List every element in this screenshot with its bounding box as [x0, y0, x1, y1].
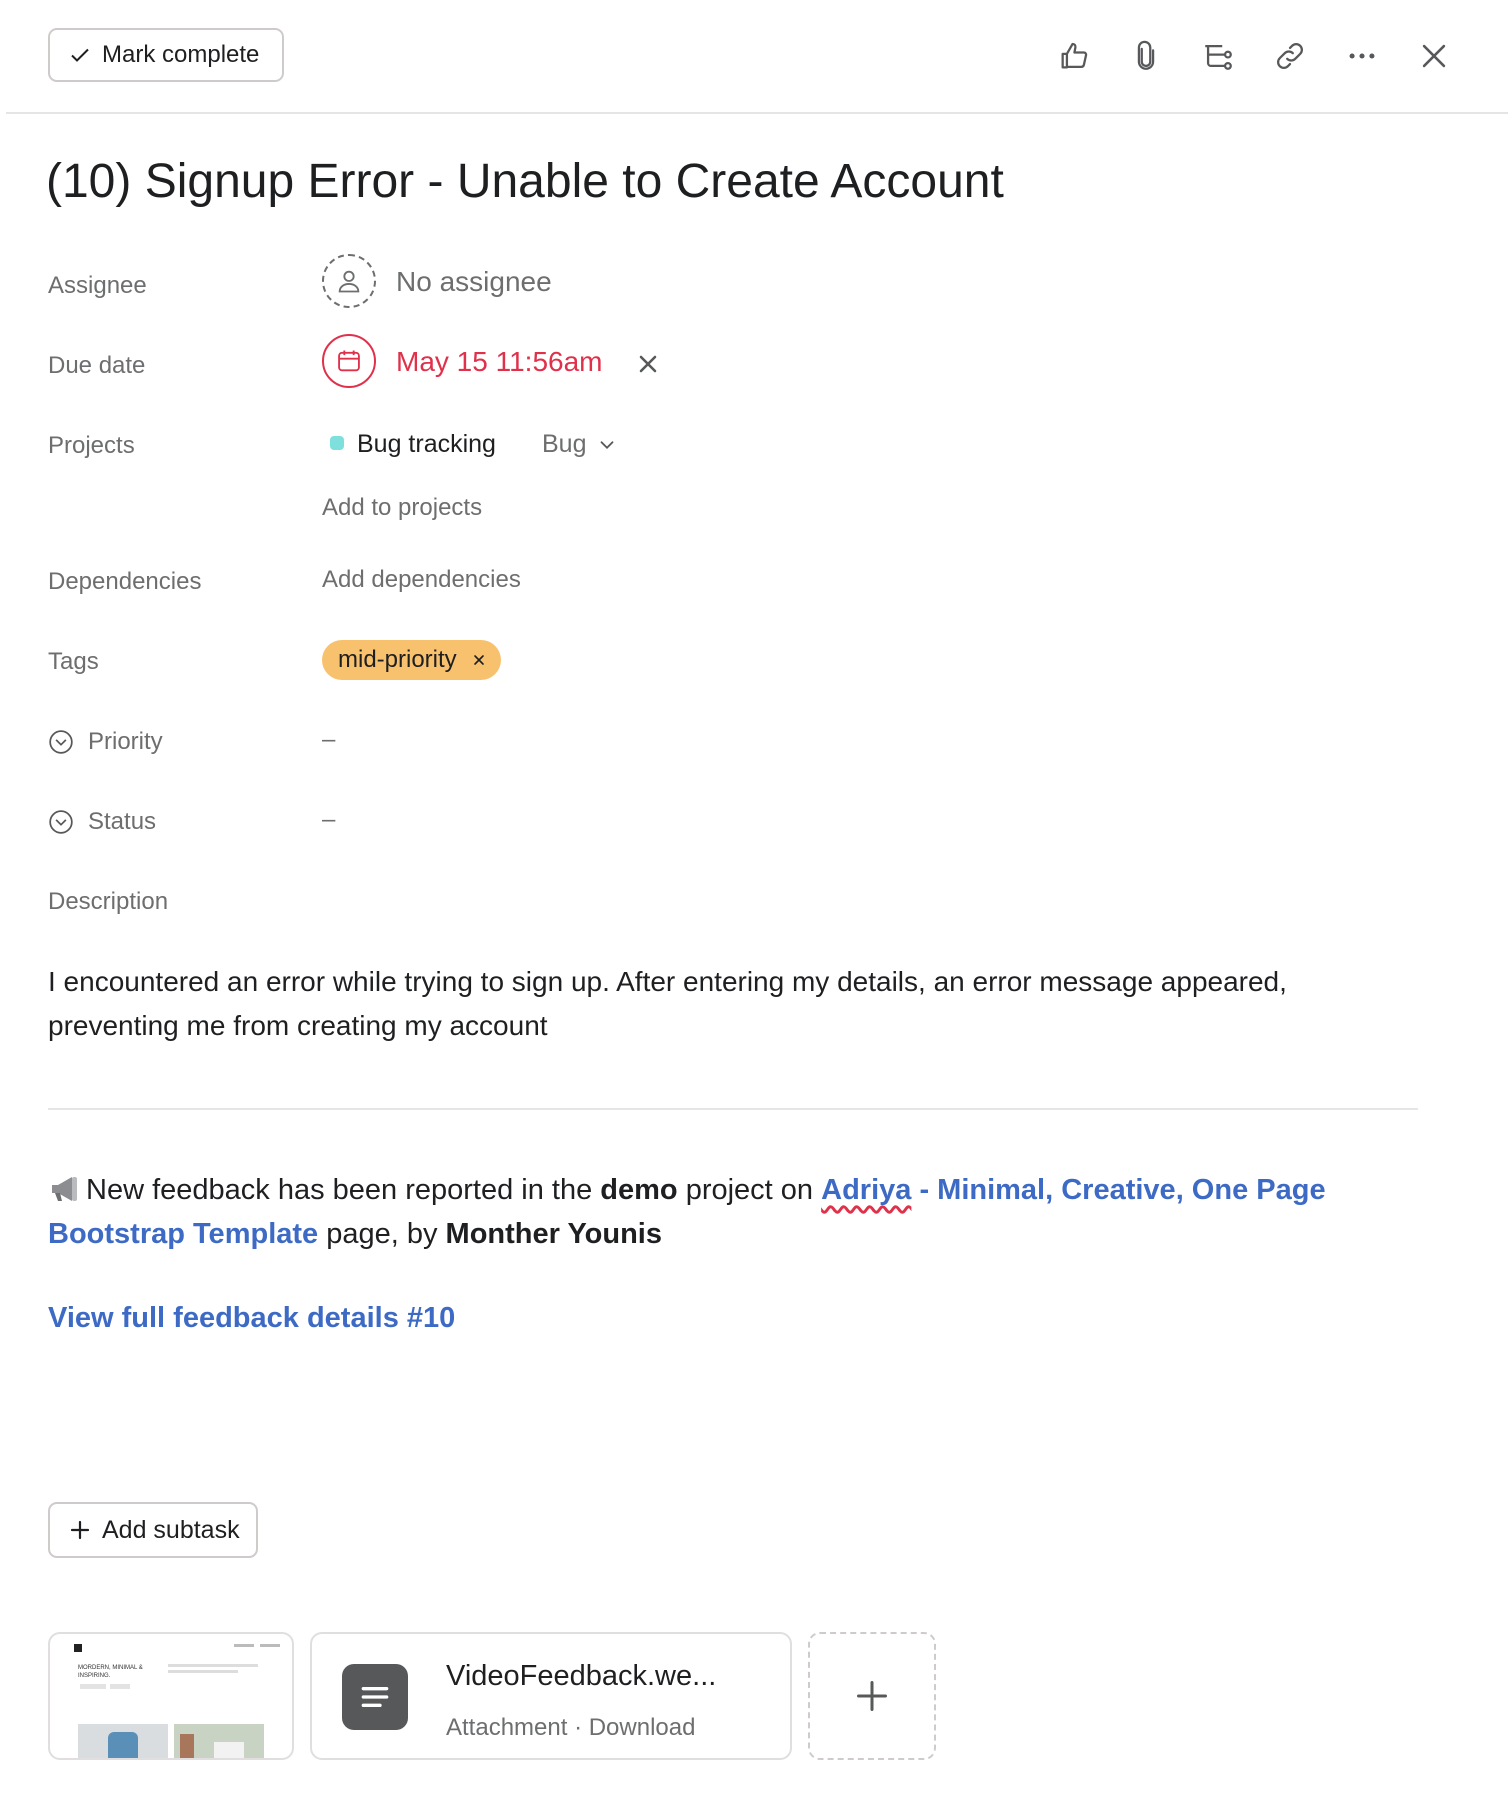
assignee-label: Assignee — [48, 272, 147, 299]
close-icon — [1422, 44, 1446, 68]
more-actions-button[interactable] — [1342, 36, 1382, 76]
project-section-value: Bug — [542, 430, 587, 458]
megaphone-icon — [52, 1177, 77, 1201]
thumbnail-nav-line — [260, 1644, 280, 1647]
clear-due-date-button[interactable] — [634, 350, 662, 378]
calendar-icon — [338, 350, 360, 372]
paperclip-icon — [1137, 40, 1155, 70]
add-subtask-button[interactable]: Add subtask — [48, 1502, 258, 1558]
add-subtask-label: Add subtask — [102, 1515, 240, 1544]
add-dependencies-link[interactable]: Add dependencies — [322, 566, 521, 594]
like-button[interactable] — [1054, 36, 1094, 76]
feedback-author: Monther Younis — [445, 1218, 662, 1250]
feedback-page-suffix: page, by — [318, 1218, 446, 1250]
project-color-dot — [330, 436, 344, 450]
thumbnail-logo — [74, 1644, 82, 1652]
feedback-mid: project on — [677, 1174, 822, 1206]
mark-complete-button[interactable]: Mark complete — [48, 28, 284, 82]
copy-link-button[interactable] — [1270, 36, 1310, 76]
thumbnail-text-line — [168, 1670, 238, 1673]
status-field-label: Status — [48, 808, 156, 836]
assignee-avatar[interactable] — [322, 254, 376, 308]
close-button[interactable] — [1414, 36, 1454, 76]
attachment-file-meta[interactable]: Attachment · Download — [446, 1714, 695, 1742]
document-file-icon — [342, 1664, 408, 1730]
attachment-thumbnail[interactable]: MORDERN, MINIMAL & INSPIRING. — [48, 1632, 294, 1760]
assignee-value[interactable]: No assignee — [396, 266, 552, 298]
due-date-picker[interactable] — [322, 334, 376, 388]
clear-icon — [639, 355, 657, 373]
thumbs-up-icon — [1061, 42, 1088, 69]
link-icon — [1277, 43, 1303, 69]
chevron-down-icon — [601, 440, 614, 449]
attach-button[interactable] — [1126, 36, 1166, 76]
feedback-paragraph: New feedback has been reported in the de… — [48, 1168, 1418, 1256]
description-label: Description — [48, 888, 169, 915]
task-title[interactable]: (10) Signup Error - Unable to Create Acc… — [46, 154, 1004, 209]
status-value[interactable]: – — [322, 806, 335, 834]
view-feedback-link[interactable]: View full feedback details #10 — [48, 1302, 455, 1335]
thumbnail-bag-shape — [180, 1734, 194, 1758]
priority-field-label: Priority — [48, 728, 163, 756]
feedback-project-name: demo — [600, 1174, 678, 1206]
thumbnail-box-shape — [214, 1742, 244, 1758]
remove-tag-icon[interactable] — [471, 652, 487, 668]
thumbnail-caption: MORDERN, MINIMAL & INSPIRING. — [78, 1665, 143, 1679]
dependencies-label: Dependencies — [48, 568, 202, 595]
person-icon — [338, 270, 360, 293]
thumbnail-image-shirt — [78, 1724, 168, 1758]
status-label: Status — [88, 808, 157, 835]
attachment-file-name: VideoFeedback.we... — [446, 1660, 717, 1692]
feedback-page-word: Adriya — [821, 1174, 912, 1206]
tag-name: mid-priority — [338, 646, 457, 673]
thumbnail-button — [80, 1684, 106, 1689]
projects-label: Projects — [48, 432, 135, 459]
tag-pill[interactable]: mid-priority — [322, 640, 501, 680]
plus-icon — [857, 1681, 887, 1711]
thumbnail-nav-line — [234, 1644, 254, 1647]
priority-value[interactable]: – — [322, 726, 335, 754]
subtask-toolbar-button[interactable] — [1198, 36, 1238, 76]
tags-label: Tags — [48, 648, 99, 675]
checkmark-icon — [71, 48, 89, 62]
top-divider — [6, 112, 1508, 114]
description-body[interactable]: I encountered an error while trying to s… — [48, 960, 1418, 1048]
due-date-label: Due date — [48, 352, 146, 379]
text-lines-icon — [361, 1687, 389, 1707]
thumbnail-image-products — [174, 1724, 264, 1758]
add-to-projects-link[interactable]: Add to projects — [322, 494, 482, 522]
chevron-circle-icon — [49, 730, 73, 754]
add-attachment-button[interactable] — [808, 1632, 936, 1760]
more-icon — [1349, 53, 1375, 59]
thumbnail-text-line — [168, 1664, 258, 1667]
project-name[interactable]: Bug tracking — [357, 430, 496, 459]
project-section-select[interactable]: Bug — [542, 430, 618, 459]
description-divider — [48, 1108, 1418, 1110]
chevron-circle-icon — [49, 810, 73, 834]
mark-complete-label: Mark complete — [102, 41, 260, 68]
attachment-file-card[interactable]: VideoFeedback.we... Attachment · Downloa… — [310, 1632, 792, 1760]
plus-icon — [70, 1520, 90, 1540]
priority-label: Priority — [88, 728, 163, 755]
feedback-prefix: New feedback has been reported in the — [86, 1174, 601, 1206]
thumbnail-shirt-shape — [108, 1732, 138, 1758]
subtask-icon — [1205, 44, 1232, 70]
thumbnail-button — [110, 1684, 130, 1689]
due-date-value[interactable]: May 15 11:56am — [396, 346, 603, 378]
